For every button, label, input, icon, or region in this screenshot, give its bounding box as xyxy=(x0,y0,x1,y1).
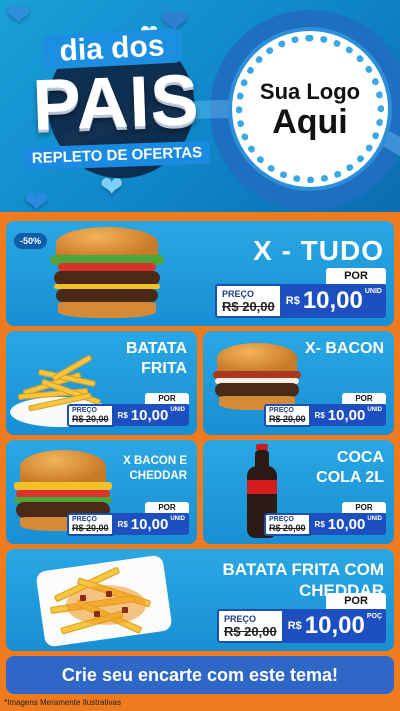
preco-label: PREÇO xyxy=(223,613,256,624)
price-value: 10,00 xyxy=(302,287,363,314)
preco-label: PREÇO xyxy=(269,516,294,523)
product-card-x-bacon-cheddar[interactable]: X BACON E CHEDDAR POR PREÇO R$ 20,00 R$ … xyxy=(6,440,197,544)
unit-label: UNID xyxy=(367,407,382,413)
por-label: POR xyxy=(145,393,189,404)
product-name: BATATA FRITA xyxy=(125,340,187,377)
header-banner: ❤ ❤ ❤ ❤ ❤ dia dos PAIS REPLETO DE OFERTA… xyxy=(0,0,400,212)
unit-label: UNID xyxy=(364,288,382,295)
currency: R$ xyxy=(314,410,325,420)
burger-image xyxy=(48,227,166,321)
por-label: POR xyxy=(145,502,189,513)
new-price-box: R$ 10,00 POÇ xyxy=(283,609,386,643)
price-tag: POR PREÇO R$ 20,00 R$ 10,00 POÇ xyxy=(216,593,386,643)
price-tag: POR PREÇO R$ 20,00 R$ 10,00 UNID xyxy=(67,502,189,536)
new-price-box: R$ 10,00 UNID xyxy=(113,404,189,426)
old-price: R$ 20,00 xyxy=(269,523,306,533)
old-price-box: PREÇO R$ 20,00 xyxy=(264,404,311,427)
old-price: R$ 20,00 xyxy=(221,298,275,314)
cta-banner[interactable]: Crie seu encarte com este tema! xyxy=(6,656,394,694)
heart-icon: ❤ xyxy=(6,0,32,32)
unit-label: UNID xyxy=(170,407,185,413)
old-price: R$ 20,00 xyxy=(223,623,277,639)
price-tag: POR PREÇO R$ 20,00 R$ 10,00 UNID xyxy=(214,268,386,318)
fries-image xyxy=(35,554,173,648)
por-label: POR xyxy=(342,502,386,513)
unit-label: UNID xyxy=(367,516,382,522)
currency: R$ xyxy=(285,295,300,307)
logo-text-line2: Aqui xyxy=(272,103,348,141)
old-price-box: PREÇO R$ 20,00 xyxy=(67,513,114,536)
logo-text-line1: Sua Logo xyxy=(259,79,361,104)
preco-label: PREÇO xyxy=(221,288,254,299)
currency: R$ xyxy=(314,519,325,529)
product-name: X BACON E CHEDDAR xyxy=(123,455,187,482)
price-tag: POR PREÇO R$ 20,00 R$ 10,00 UNID xyxy=(67,393,189,427)
price-value: 10,00 xyxy=(130,515,169,533)
old-price-box: PREÇO R$ 20,00 xyxy=(214,284,282,318)
product-name: COCA COLA 2L xyxy=(316,449,384,486)
old-price-box: PREÇO R$ 20,00 xyxy=(216,609,284,643)
unit-label: POÇ xyxy=(366,613,382,620)
title-line2: PAIS xyxy=(31,60,201,146)
product-card-x-tudo[interactable]: -50% X - TUDO POR PREÇO R$ 20,00 R$ 10,0… xyxy=(6,221,394,326)
product-card-batata-cheddar[interactable]: BATATA FRITA COM CHEDDAR POR PREÇO R$ 20… xyxy=(6,549,394,651)
product-card-coca-cola[interactable]: COCA COLA 2L POR PREÇO R$ 20,00 R$ 10,00… xyxy=(203,440,394,544)
new-price-box: R$ 10,00 UNID xyxy=(281,284,386,318)
por-label: POR xyxy=(326,268,386,284)
heart-icon: ❤ xyxy=(24,186,50,212)
new-price-box: R$ 10,00 UNID xyxy=(113,513,189,535)
product-name: X- BACON xyxy=(304,340,384,357)
product-card-x-bacon[interactable]: X- BACON POR PREÇO R$ 20,00 R$ 10,00 UNI… xyxy=(203,331,394,435)
unit-label: UNID xyxy=(170,516,185,522)
currency: R$ xyxy=(117,410,128,420)
currency: R$ xyxy=(287,620,302,632)
product-name: X - TUDO xyxy=(253,235,384,266)
old-price: R$ 20,00 xyxy=(72,414,109,424)
por-label: POR xyxy=(342,393,386,404)
price-value: 10,00 xyxy=(327,515,366,533)
price-tag: POR PREÇO R$ 20,00 R$ 10,00 UNID xyxy=(264,502,386,536)
old-price: R$ 20,00 xyxy=(269,414,306,424)
preco-label: PREÇO xyxy=(269,407,294,414)
price-value: 10,00 xyxy=(130,406,169,424)
old-price-box: PREÇO R$ 20,00 xyxy=(67,404,114,427)
logo-placeholder[interactable]: Sua Logo Aqui xyxy=(236,35,384,183)
product-card-batata-frita[interactable]: BATATA FRITA POR PREÇO R$ 20,00 R$ 10,00… xyxy=(6,331,197,435)
price-value: 10,00 xyxy=(304,612,365,639)
preco-label: PREÇO xyxy=(72,516,97,523)
price-value: 10,00 xyxy=(327,406,366,424)
old-price: R$ 20,00 xyxy=(72,523,109,533)
discount-badge: -50% xyxy=(14,233,48,249)
new-price-box: R$ 10,00 UNID xyxy=(310,404,386,426)
footnote: *Imagens Meramente Ilustrativas xyxy=(4,698,121,707)
por-label: POR xyxy=(326,593,386,609)
currency: R$ xyxy=(117,519,128,529)
new-price-box: R$ 10,00 UNID xyxy=(310,513,386,535)
preco-label: PREÇO xyxy=(72,407,97,414)
price-tag: POR PREÇO R$ 20,00 R$ 10,00 UNID xyxy=(264,393,386,427)
old-price-box: PREÇO R$ 20,00 xyxy=(264,513,311,536)
